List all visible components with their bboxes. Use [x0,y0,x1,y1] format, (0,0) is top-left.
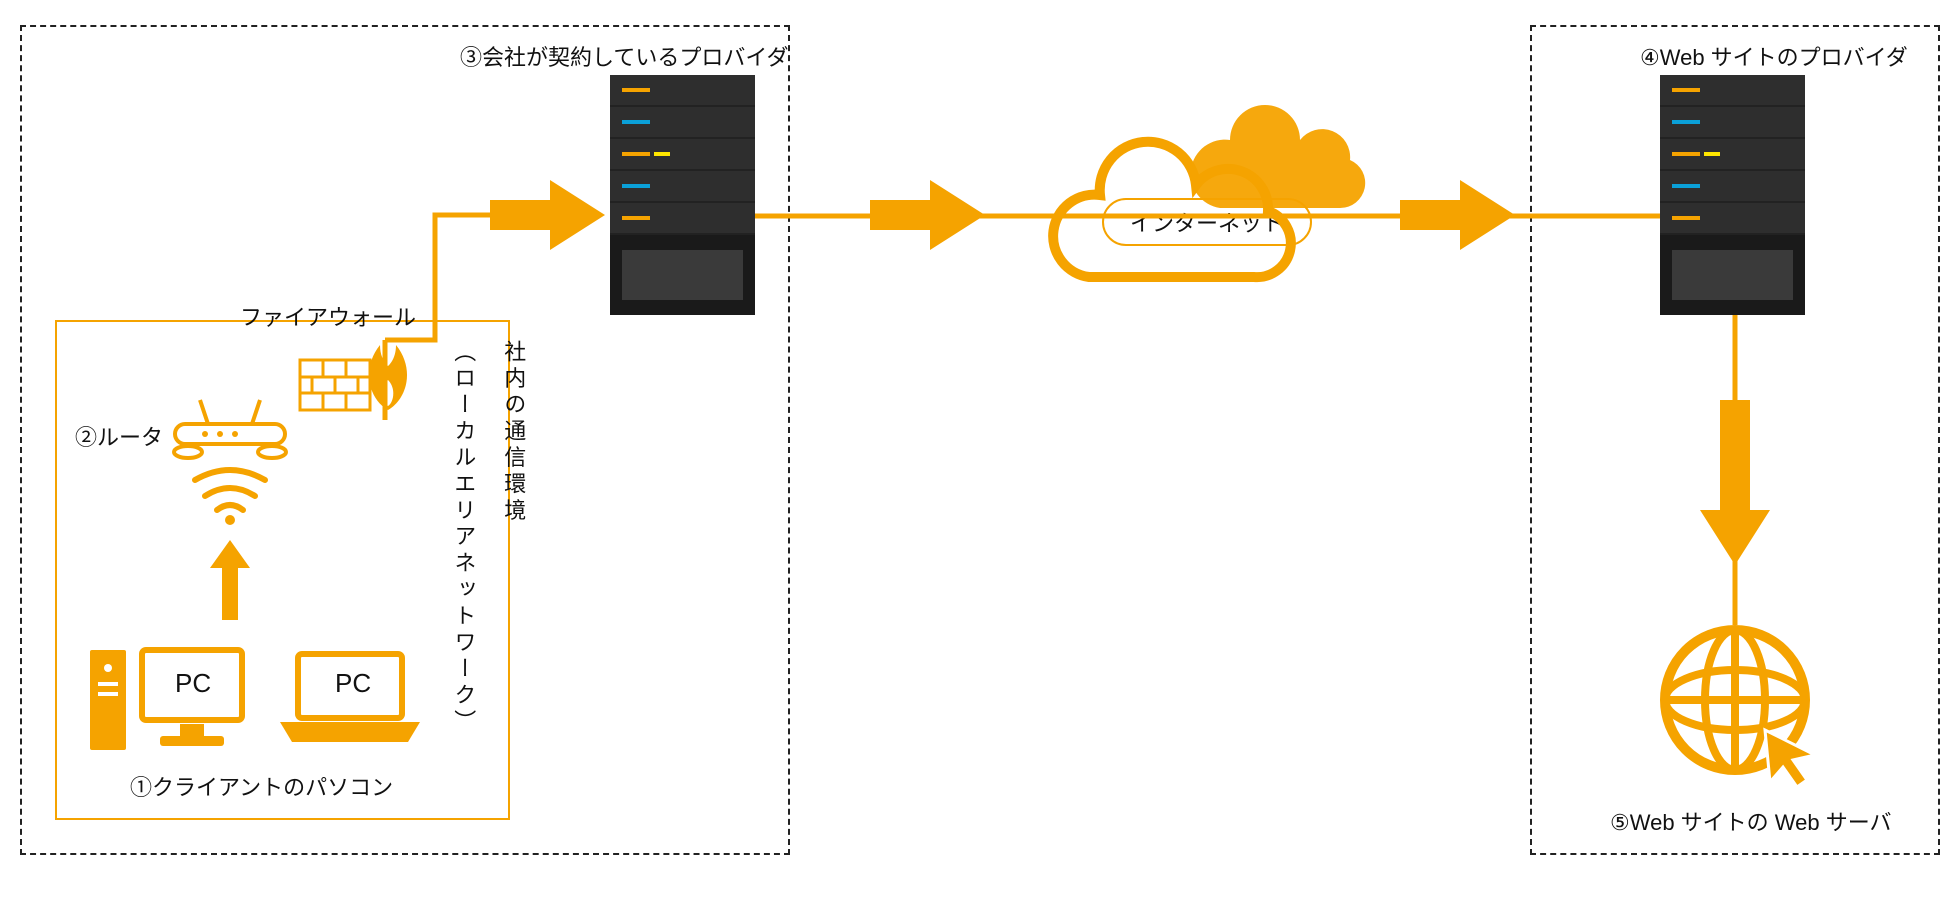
globe-icon [1655,620,1825,790]
big-arrow-down-icon [1700,400,1770,565]
big-arrow-icon [490,180,605,250]
wifi-icon [195,470,265,525]
connector-line [290,215,490,435]
label-web-server: ⑤Web サイトの Web サーバ [1610,805,1892,837]
arrow-up-icon [210,540,250,620]
server-rack-icon [1660,75,1805,315]
big-arrow-icon [870,180,985,250]
label-router: ②ルータ [75,420,163,452]
server-rack-icon [610,75,755,315]
big-arrow-icon [1400,180,1515,250]
laptop-icon [280,650,420,750]
router-icon [170,400,290,460]
label-client-pc: ①クライアントのパソコン [130,770,393,802]
label-company-provider: ③会社が契約しているプロバイダ [460,40,788,72]
laptop-pc-text: PC [335,668,371,699]
label-lan-vertical-1: 社内の通信環境 [490,340,536,525]
desktop-pc-icon [90,640,250,760]
cloud-icon [1040,85,1380,285]
label-website-provider: ④Web サイトのプロバイダ [1640,40,1908,72]
desktop-pc-text: PC [175,668,211,699]
